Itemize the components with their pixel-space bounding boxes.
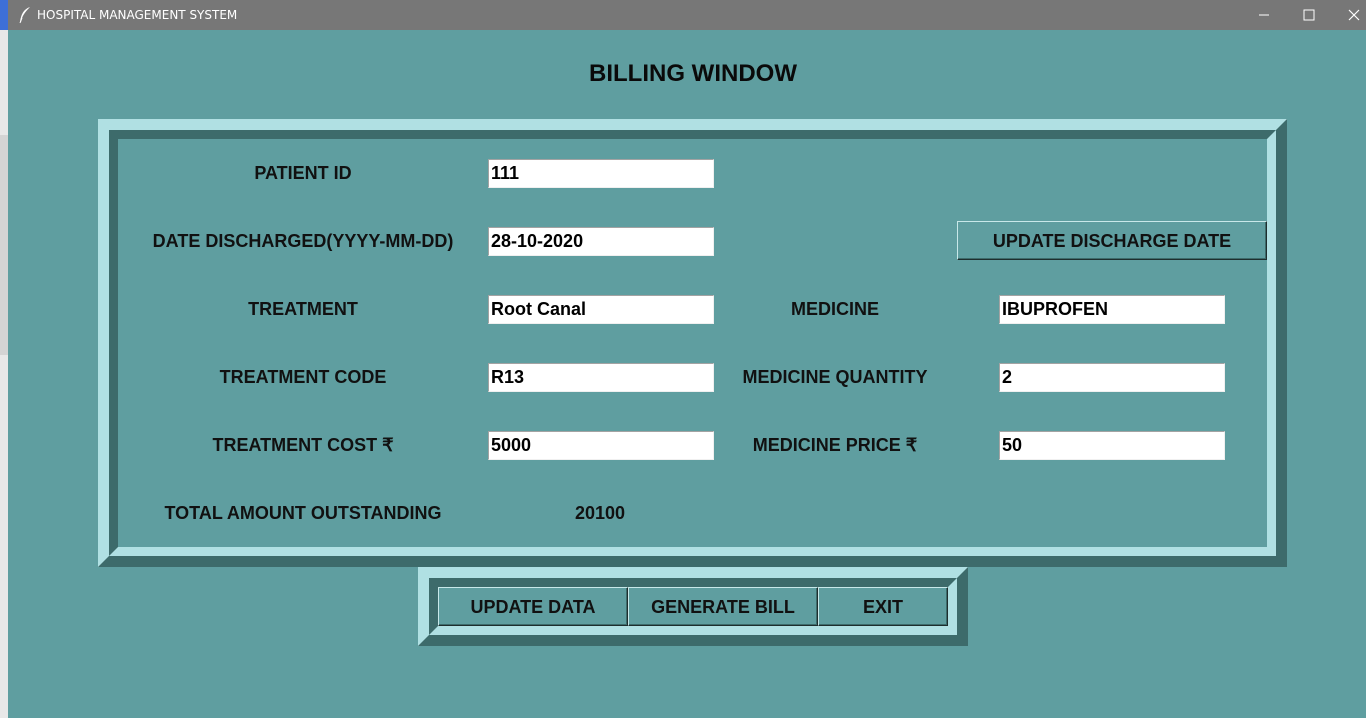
page-title: BILLING WINDOW: [589, 60, 797, 87]
date-discharged-input[interactable]: 28-10-2020: [488, 227, 714, 256]
treatment-input[interactable]: Root Canal: [488, 295, 714, 324]
patient-id-label: PATIENT ID: [254, 163, 352, 183]
patient-id-input[interactable]: 111: [488, 159, 714, 188]
medicine-price-label: MEDICINE PRICE ₹: [752, 435, 918, 455]
minimize-button[interactable]: [1241, 0, 1287, 30]
desktop-edge: [0, 0, 8, 718]
title-bar[interactable]: HOSPITAL MANAGEMENT SYSTEM: [8, 0, 1366, 30]
maximize-icon: [1303, 9, 1315, 21]
treatment-label: TREATMENT: [248, 299, 358, 319]
medicine-input[interactable]: IBUPROFEN: [999, 295, 1225, 324]
exit-button[interactable]: EXIT: [818, 587, 948, 626]
maximize-button[interactable]: [1286, 0, 1332, 30]
medicine-price-input[interactable]: 50: [999, 431, 1225, 460]
desktop-edge-accent: [0, 0, 8, 30]
medicine-quantity-input[interactable]: 2: [999, 363, 1225, 392]
treatment-cost-label: TREATMENT COST ₹: [212, 435, 394, 455]
treatment-code-input[interactable]: R13: [488, 363, 714, 392]
close-button[interactable]: [1331, 0, 1366, 30]
window-title: HOSPITAL MANAGEMENT SYSTEM: [37, 8, 238, 22]
update-data-button[interactable]: UPDATE DATA: [438, 587, 628, 626]
date-discharged-label: DATE DISCHARGED(YYYY-MM-DD): [152, 231, 454, 251]
close-icon: [1348, 9, 1360, 21]
total-amount-label: TOTAL AMOUNT OUTSTANDING: [164, 503, 442, 523]
desktop-edge-window: [0, 135, 8, 355]
minimize-icon: [1259, 14, 1269, 16]
generate-bill-button[interactable]: GENERATE BILL: [628, 587, 818, 626]
medicine-quantity-label: MEDICINE QUANTITY: [742, 367, 928, 387]
total-amount-value: 20100: [574, 503, 626, 523]
treatment-code-label: TREATMENT CODE: [219, 367, 387, 387]
medicine-label: MEDICINE: [790, 299, 880, 319]
feather-icon: [19, 7, 30, 24]
treatment-cost-input[interactable]: 5000: [488, 431, 714, 460]
update-discharge-date-button[interactable]: UPDATE DISCHARGE DATE: [957, 221, 1267, 260]
